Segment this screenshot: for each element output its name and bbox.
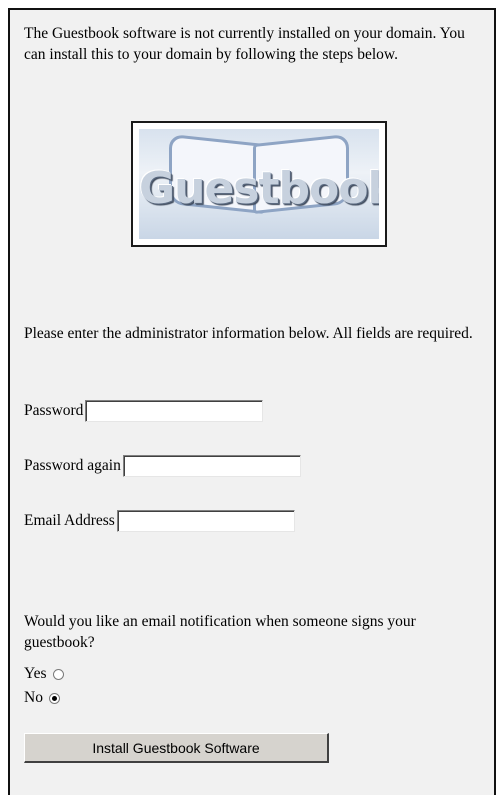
notify-no-label: No xyxy=(24,689,43,706)
email-label: Email Address xyxy=(24,512,115,529)
password-row: Password xyxy=(24,400,264,422)
logo-wordmark: Guestbook xyxy=(139,163,379,214)
content-panel: The Guestbook software is not currently … xyxy=(8,8,496,795)
notification-question: Would you like an email notification whe… xyxy=(24,613,416,651)
notify-no-option[interactable]: No xyxy=(24,688,60,708)
notify-no-radio[interactable] xyxy=(48,692,60,704)
password-field[interactable] xyxy=(85,400,264,422)
password-again-row: Password again xyxy=(24,455,301,477)
email-field[interactable] xyxy=(116,510,295,532)
password-again-label: Password again xyxy=(24,457,121,474)
intro-text: The Guestbook software is not currently … xyxy=(24,25,465,63)
install-guestbook-button[interactable]: Install Guestbook Software xyxy=(24,733,329,763)
password-again-field[interactable] xyxy=(122,455,301,477)
notify-yes-option[interactable]: Yes xyxy=(24,664,64,684)
logo-background: Guestbook xyxy=(139,129,379,239)
notify-yes-radio[interactable] xyxy=(52,668,64,680)
guestbook-logo: Guestbook xyxy=(131,121,387,247)
notify-yes-label: Yes xyxy=(24,665,47,682)
password-label: Password xyxy=(24,402,84,419)
email-row: Email Address xyxy=(24,510,295,532)
admin-info-text: Please enter the administrator informati… xyxy=(24,325,473,342)
